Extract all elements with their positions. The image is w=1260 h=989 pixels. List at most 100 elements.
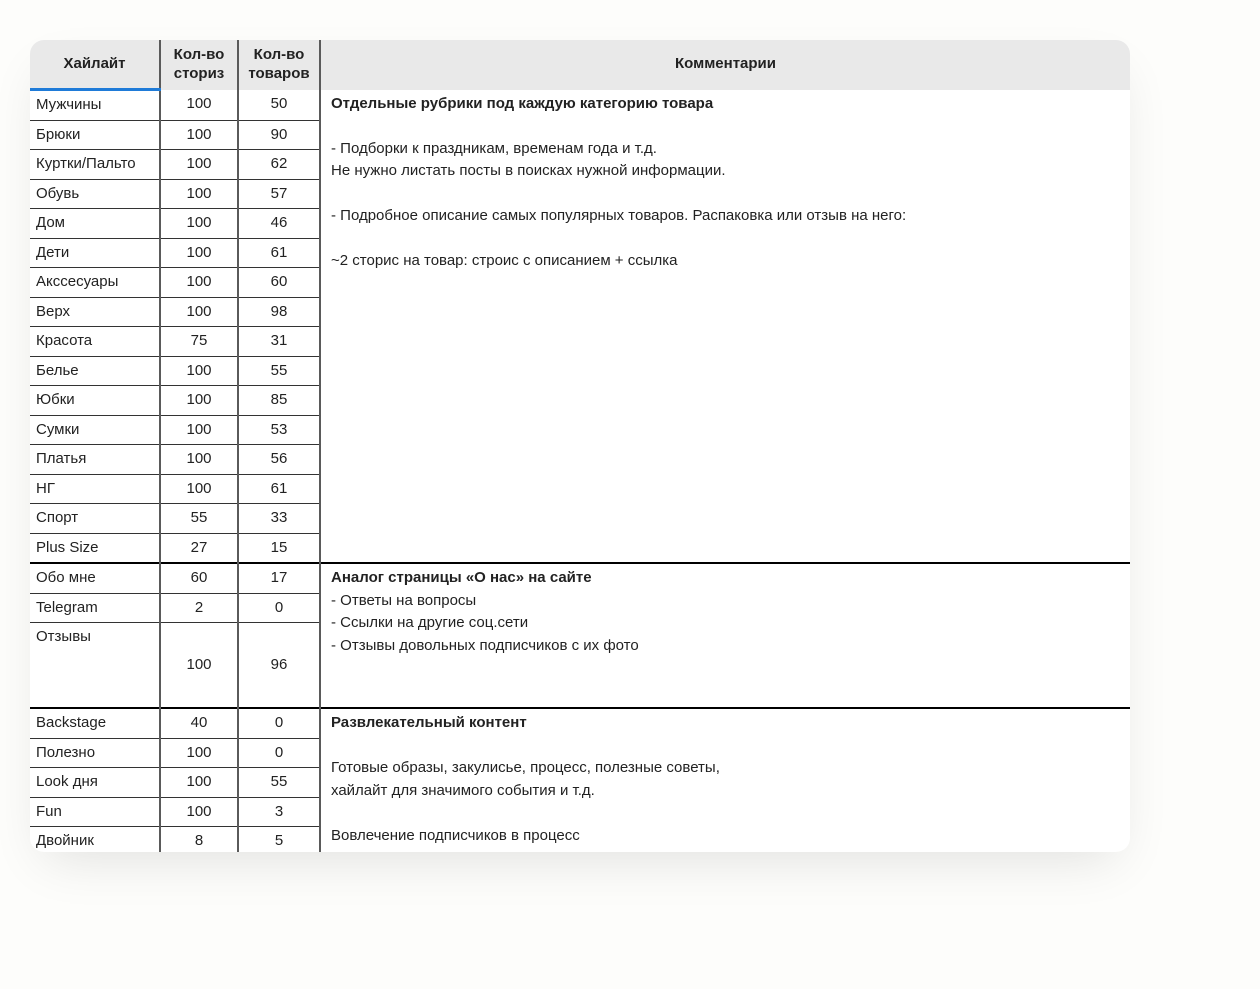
cell-stories: 100 [160,150,238,180]
cell-highlight: Верх [30,297,160,327]
cell-highlight: Обувь [30,179,160,209]
cell-stories: 100 [160,623,238,709]
highlights-table: Хайлайт Кол-во сториз Кол-во товаров Ком… [30,40,1130,852]
cell-products: 96 [238,623,320,709]
cell-products: 0 [238,708,320,738]
cell-highlight: НГ [30,474,160,504]
cell-highlight: Мужчины [30,90,160,121]
cell-highlight: Красота [30,327,160,357]
cell-products: 85 [238,386,320,416]
comment-line [331,183,1122,206]
cell-stories: 100 [160,356,238,386]
cell-highlight: Look дня [30,768,160,798]
cell-products: 60 [238,268,320,298]
cell-stories: 100 [160,297,238,327]
cell-stories: 27 [160,533,238,563]
comment-line [331,735,1122,758]
cell-highlight: Сумки [30,415,160,445]
comment-line: - Подробное описание самых популярных то… [331,205,1122,228]
cell-products: 50 [238,90,320,121]
cell-highlight: Отзывы [30,623,160,709]
cell-products: 5 [238,827,320,853]
table-row: Backstage400Развлекательный контент Гото… [30,708,1130,738]
comment-line: - Ссылки на другие соц.сети [331,612,1122,635]
cell-stories: 8 [160,827,238,853]
cell-stories: 60 [160,563,238,593]
table-row: Обо мне6017 Аналог страницы «О нас» на са… [30,563,1130,593]
cell-products: 46 [238,209,320,239]
cell-stories: 100 [160,445,238,475]
cell-stories: 100 [160,474,238,504]
cell-products: 0 [238,593,320,623]
cell-highlight: Двойник [30,827,160,853]
cell-highlight: Дети [30,238,160,268]
cell-stories: 100 [160,238,238,268]
cell-products: 61 [238,238,320,268]
comment-line: ~2 сторис на товар: строис с описанием +… [331,250,1122,273]
cell-highlight: Куртки/Пальто [30,150,160,180]
cell-products: 55 [238,356,320,386]
cell-highlight: Белье [30,356,160,386]
comment-line: Вовлечение подписчиков в процесс [331,825,1122,848]
comment-line [331,228,1122,251]
cell-highlight: Юбки [30,386,160,416]
comment-line: - Ответы на вопросы [331,590,1122,613]
cell-products: 56 [238,445,320,475]
cell-highlight: Платья [30,445,160,475]
cell-highlight: Обо мне [30,563,160,593]
cell-stories: 100 [160,268,238,298]
comment-line: Не нужно листать посты в поисках нужной … [331,160,1122,183]
cell-products: 62 [238,150,320,180]
cell-highlight: Спорт [30,504,160,534]
col-stories: Кол-во сториз [160,40,238,90]
cell-highlight: Брюки [30,120,160,150]
cell-stories: 100 [160,415,238,445]
table-header-row: Хайлайт Кол-во сториз Кол-во товаров Ком… [30,40,1130,90]
cell-products: 55 [238,768,320,798]
comment-title: Отдельные рубрики под каждую категорию т… [331,93,1122,116]
cell-stories: 100 [160,90,238,121]
col-highlight: Хайлайт [30,40,160,90]
comment-line: - Подборки к праздникам, временам года и… [331,138,1122,161]
comment-title: Аналог страницы «О нас» на сайте [331,567,1122,590]
cell-products: 61 [238,474,320,504]
cell-products: 17 [238,563,320,593]
comment-line: - Отзывы довольных подписчиков с их фото [331,635,1122,658]
cell-stories: 100 [160,209,238,239]
cell-products: 53 [238,415,320,445]
cell-products: 57 [238,179,320,209]
cell-stories: 100 [160,738,238,768]
cell-comment: Аналог страницы «О нас» на сайте- Ответы… [320,563,1130,708]
cell-products: 98 [238,297,320,327]
table-card: Хайлайт Кол-во сториз Кол-во товаров Ком… [30,40,1130,852]
col-comments: Комментарии [320,40,1130,90]
cell-highlight: Акссесуары [30,268,160,298]
cell-highlight: Дом [30,209,160,239]
cell-products: 33 [238,504,320,534]
cell-products: 90 [238,120,320,150]
cell-highlight: Telegram [30,593,160,623]
comment-title: Развлекательный контент [331,712,1122,735]
cell-stories: 100 [160,768,238,798]
comment-line [331,802,1122,825]
cell-comment: Развлекательный контент Готовые образы, … [320,708,1130,852]
cell-stories: 100 [160,797,238,827]
cell-products: 3 [238,797,320,827]
cell-highlight: Plus Size [30,533,160,563]
comment-line: хайлайт для значимого события и т.д. [331,780,1122,803]
cell-stories: 75 [160,327,238,357]
cell-stories: 2 [160,593,238,623]
cell-highlight: Полезно [30,738,160,768]
cell-comment: Отдельные рубрики под каждую категорию т… [320,90,1130,564]
cell-stories: 100 [160,386,238,416]
cell-stories: 55 [160,504,238,534]
cell-products: 15 [238,533,320,563]
cell-products: 0 [238,738,320,768]
table-row: Мужчины10050 Отдельные рубрики под каждую… [30,90,1130,121]
cell-highlight: Backstage [30,708,160,738]
cell-stories: 100 [160,120,238,150]
cell-highlight: Fun [30,797,160,827]
comment-line: Готовые образы, закулисье, процесс, поле… [331,757,1122,780]
cell-stories: 40 [160,708,238,738]
cell-stories: 100 [160,179,238,209]
